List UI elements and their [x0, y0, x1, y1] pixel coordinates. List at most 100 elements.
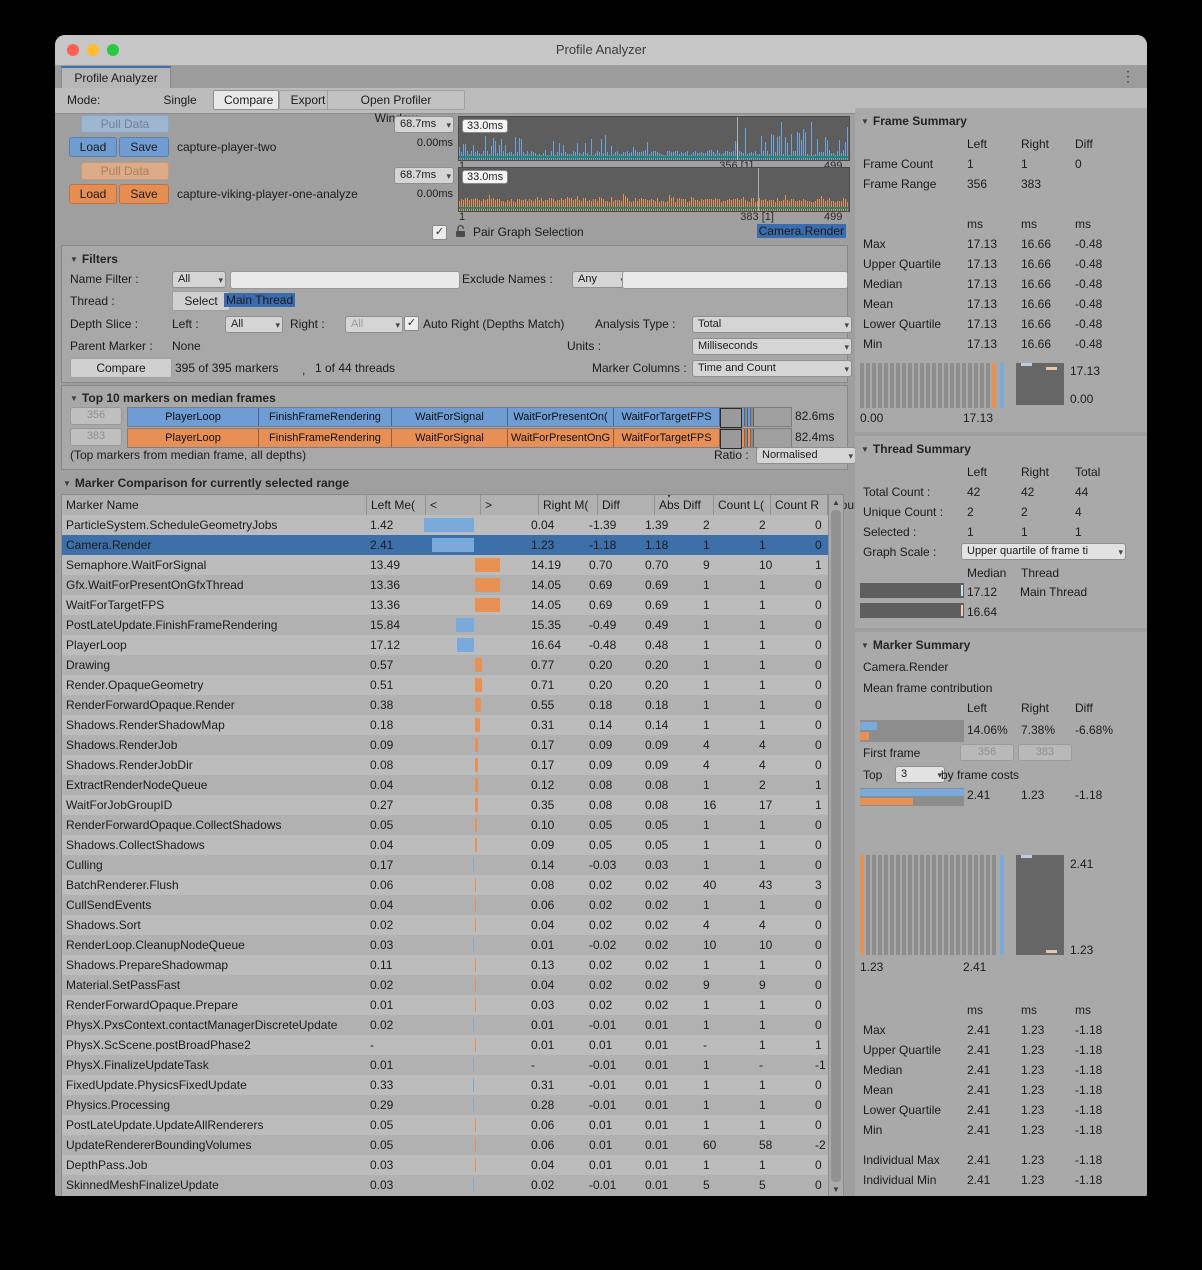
kebab-menu-icon[interactable]: ⋮ [1121, 68, 1135, 85]
marker-row[interactable]: ExtractRenderNodeQueue0.040.120.080.0812… [62, 775, 829, 795]
frame-time-graph-right[interactable]: 33.0ms [458, 167, 850, 212]
exclude-mode-dropdown[interactable]: Any▾ [572, 271, 628, 288]
scrollbar-thumb[interactable] [831, 510, 841, 1182]
marker-row[interactable]: Shadows.Sort0.020.040.020.02440 [62, 915, 829, 935]
foldout-arrow-icon[interactable]: ▼ [861, 641, 869, 650]
foldout-arrow-icon[interactable]: ▼ [70, 394, 78, 403]
pair-graph-selection-checkbox[interactable]: ✓ [432, 225, 447, 240]
marker-row[interactable]: Semaphore.WaitForSignal13.4914.190.700.7… [62, 555, 829, 575]
range-dropdown-left[interactable]: 68.7ms▾ [394, 116, 454, 133]
frame-histogram[interactable] [860, 363, 1012, 408]
cell [474, 635, 527, 655]
units-dropdown[interactable]: Milliseconds▾ [692, 338, 852, 355]
marker-row[interactable]: DepthPass.Job0.030.040.010.01110 [62, 1155, 829, 1175]
marker-row[interactable]: CullSendEvents0.040.060.020.02110 [62, 895, 829, 915]
frame-index-button[interactable]: 356 [70, 407, 122, 425]
marker-row[interactable]: PlayerLoop17.1216.64-0.480.48110 [62, 635, 829, 655]
frame-time-graph-left[interactable]: 33.0ms [458, 116, 850, 161]
range-dropdown-right[interactable]: 68.7ms▾ [394, 167, 454, 184]
scroll-up-icon[interactable]: ▲ [829, 498, 843, 507]
marker-row[interactable]: RenderForwardOpaque.CollectShadows0.050.… [62, 815, 829, 835]
marker-row[interactable]: Physics.Processing0.290.28-0.010.01110 [62, 1095, 829, 1115]
frame-index-button[interactable]: 383 [70, 428, 122, 446]
mode-single-button[interactable]: Single [143, 90, 217, 110]
marker-row[interactable]: PhysX.PxsContext.contactManagerDiscreteU… [62, 1015, 829, 1035]
tab-profile-analyzer[interactable]: Profile Analyzer [61, 66, 171, 90]
marker-row[interactable]: PhysX.FinalizeUpdateTask0.01--0.010.011-… [62, 1055, 829, 1075]
column-header-diff[interactable]: Diff [597, 495, 654, 516]
marker-row[interactable]: Shadows.PrepareShadowmap0.110.130.020.02… [62, 955, 829, 975]
marker-columns-dropdown[interactable]: Time and Count▾ [692, 360, 852, 377]
marker-summary-individual: Individual Max2.411.23-1.18Individual Mi… [855, 1150, 1147, 1190]
marker-row[interactable]: Shadows.RenderShadowMap0.180.310.140.141… [62, 715, 829, 735]
compare-button[interactable]: Compare [70, 358, 172, 378]
column-header-right-m[interactable]: Right M( [538, 495, 597, 516]
foldout-arrow-icon[interactable]: ▼ [63, 479, 71, 488]
thread-select-button[interactable]: Select [172, 291, 230, 311]
column-header-marker-name[interactable]: Marker Name [62, 495, 366, 516]
marker-row[interactable]: RenderLoop.CleanupNodeQueue0.030.01-0.02… [62, 935, 829, 955]
marker-row[interactable]: Shadows.RenderJob0.090.170.090.09440 [62, 735, 829, 755]
ratio-dropdown[interactable]: Normalised▾ [756, 447, 856, 464]
column-header-count-r[interactable]: Count R [770, 495, 827, 516]
marker-row[interactable]: Culling0.170.14-0.030.03110 [62, 855, 829, 875]
column-header-abs-diff[interactable]: ▾Abs Diff [654, 495, 713, 516]
pull-data-right-button[interactable]: Pull Data [81, 162, 169, 180]
stat-value: 16.66 [1021, 297, 1051, 311]
column-header-count-l[interactable]: Count L( [713, 495, 770, 516]
analysis-type-dropdown[interactable]: Total▾ [692, 316, 852, 333]
marker-row[interactable]: WaitForTargetFPS13.3614.050.690.69110 [62, 595, 829, 615]
marker-row[interactable]: Drawing0.570.770.200.20110 [62, 655, 829, 675]
auto-right-checkbox[interactable]: ✓ [404, 316, 419, 331]
column-header-left-me[interactable]: Left Me( [366, 495, 425, 516]
marker-row[interactable]: WaitForJobGroupID0.270.350.080.0816171 [62, 795, 829, 815]
marker-row[interactable]: ParticleSystem.ScheduleGeometryJobs1.420… [62, 515, 829, 535]
load-left-button[interactable]: Load [69, 137, 117, 157]
foldout-arrow-icon[interactable]: ▼ [861, 445, 869, 454]
save-right-button[interactable]: Save [119, 184, 169, 204]
column-header-[interactable]: < [425, 495, 480, 516]
stat-label: Lower Quartile [863, 317, 941, 331]
marker-row[interactable]: Render.OpaqueGeometry0.510.710.200.20110 [62, 675, 829, 695]
frame-boxplot[interactable] [1016, 363, 1064, 405]
foldout-arrow-icon[interactable]: ▼ [70, 255, 78, 264]
marker-row[interactable]: SkinnedMeshFinalizeUpdate0.030.02-0.010.… [62, 1175, 829, 1195]
column-header-[interactable]: > [480, 495, 538, 516]
cell: BatchRenderer.Flush [62, 875, 366, 895]
load-right-button[interactable]: Load [69, 184, 117, 204]
unlock-icon[interactable] [454, 224, 467, 239]
marker-row[interactable]: Shadows.CollectShadows0.040.090.050.0511… [62, 835, 829, 855]
depth-left-dropdown[interactable]: All▾ [225, 316, 283, 333]
marker-histogram[interactable] [860, 855, 1012, 955]
foldout-arrow-icon[interactable]: ▼ [861, 117, 869, 126]
mode-compare-button[interactable]: Compare [213, 90, 279, 110]
graph-scale-dropdown[interactable]: Upper quartile of frame ti▾ [961, 543, 1126, 560]
marker-row[interactable]: FixedUpdate.PhysicsFixedUpdate0.330.31-0… [62, 1075, 829, 1095]
name-filter-mode-dropdown[interactable]: All▾ [172, 271, 226, 288]
marker-row[interactable]: PhysX.ScScene.postBroadPhase2-0.010.010.… [62, 1035, 829, 1055]
first-frame-left-button[interactable]: 356 [960, 744, 1014, 761]
marker-row[interactable]: BatchRenderer.Flush0.060.080.020.0240433 [62, 875, 829, 895]
top-markers-bar[interactable]: PlayerLoopFinishFrameRenderingWaitForSig… [127, 407, 792, 427]
top-markers-bar[interactable]: PlayerLoopFinishFrameRenderingWaitForSig… [127, 428, 792, 448]
marker-boxplot[interactable] [1016, 855, 1064, 955]
exclude-names-input[interactable] [622, 271, 848, 289]
thread-bar-row: 16.64 [855, 602, 1147, 622]
marker-row[interactable]: Material.SetPassFast0.020.040.020.02990 [62, 975, 829, 995]
marker-row[interactable]: Camera.Render2.411.23-1.181.18110 [62, 535, 829, 555]
marker-row[interactable]: RenderForwardOpaque.Render0.380.550.180.… [62, 695, 829, 715]
scroll-down-icon[interactable]: ▼ [829, 1185, 843, 1194]
name-filter-input[interactable] [230, 271, 460, 289]
marker-row[interactable]: PostLateUpdate.UpdateAllRenderers0.050.0… [62, 1115, 829, 1135]
save-left-button[interactable]: Save [119, 137, 169, 157]
open-profiler-window-button[interactable]: Open Profiler Window [327, 90, 465, 110]
first-frame-right-button[interactable]: 383 [1018, 744, 1072, 761]
top-count-dropdown[interactable]: 3▾ [895, 766, 945, 783]
marker-row[interactable]: UpdateRendererBoundingVolumes0.050.060.0… [62, 1135, 829, 1155]
marker-row[interactable]: Gfx.WaitForPresentOnGfxThread13.3614.050… [62, 575, 829, 595]
marker-row[interactable]: PostLateUpdate.FinishFrameRendering15.84… [62, 615, 829, 635]
histogram-bar [992, 363, 996, 408]
marker-row[interactable]: Shadows.RenderJobDir0.080.170.090.09440 [62, 755, 829, 775]
marker-row[interactable]: RenderForwardOpaque.Prepare0.010.030.020… [62, 995, 829, 1015]
pull-data-left-button[interactable]: Pull Data [81, 115, 169, 133]
